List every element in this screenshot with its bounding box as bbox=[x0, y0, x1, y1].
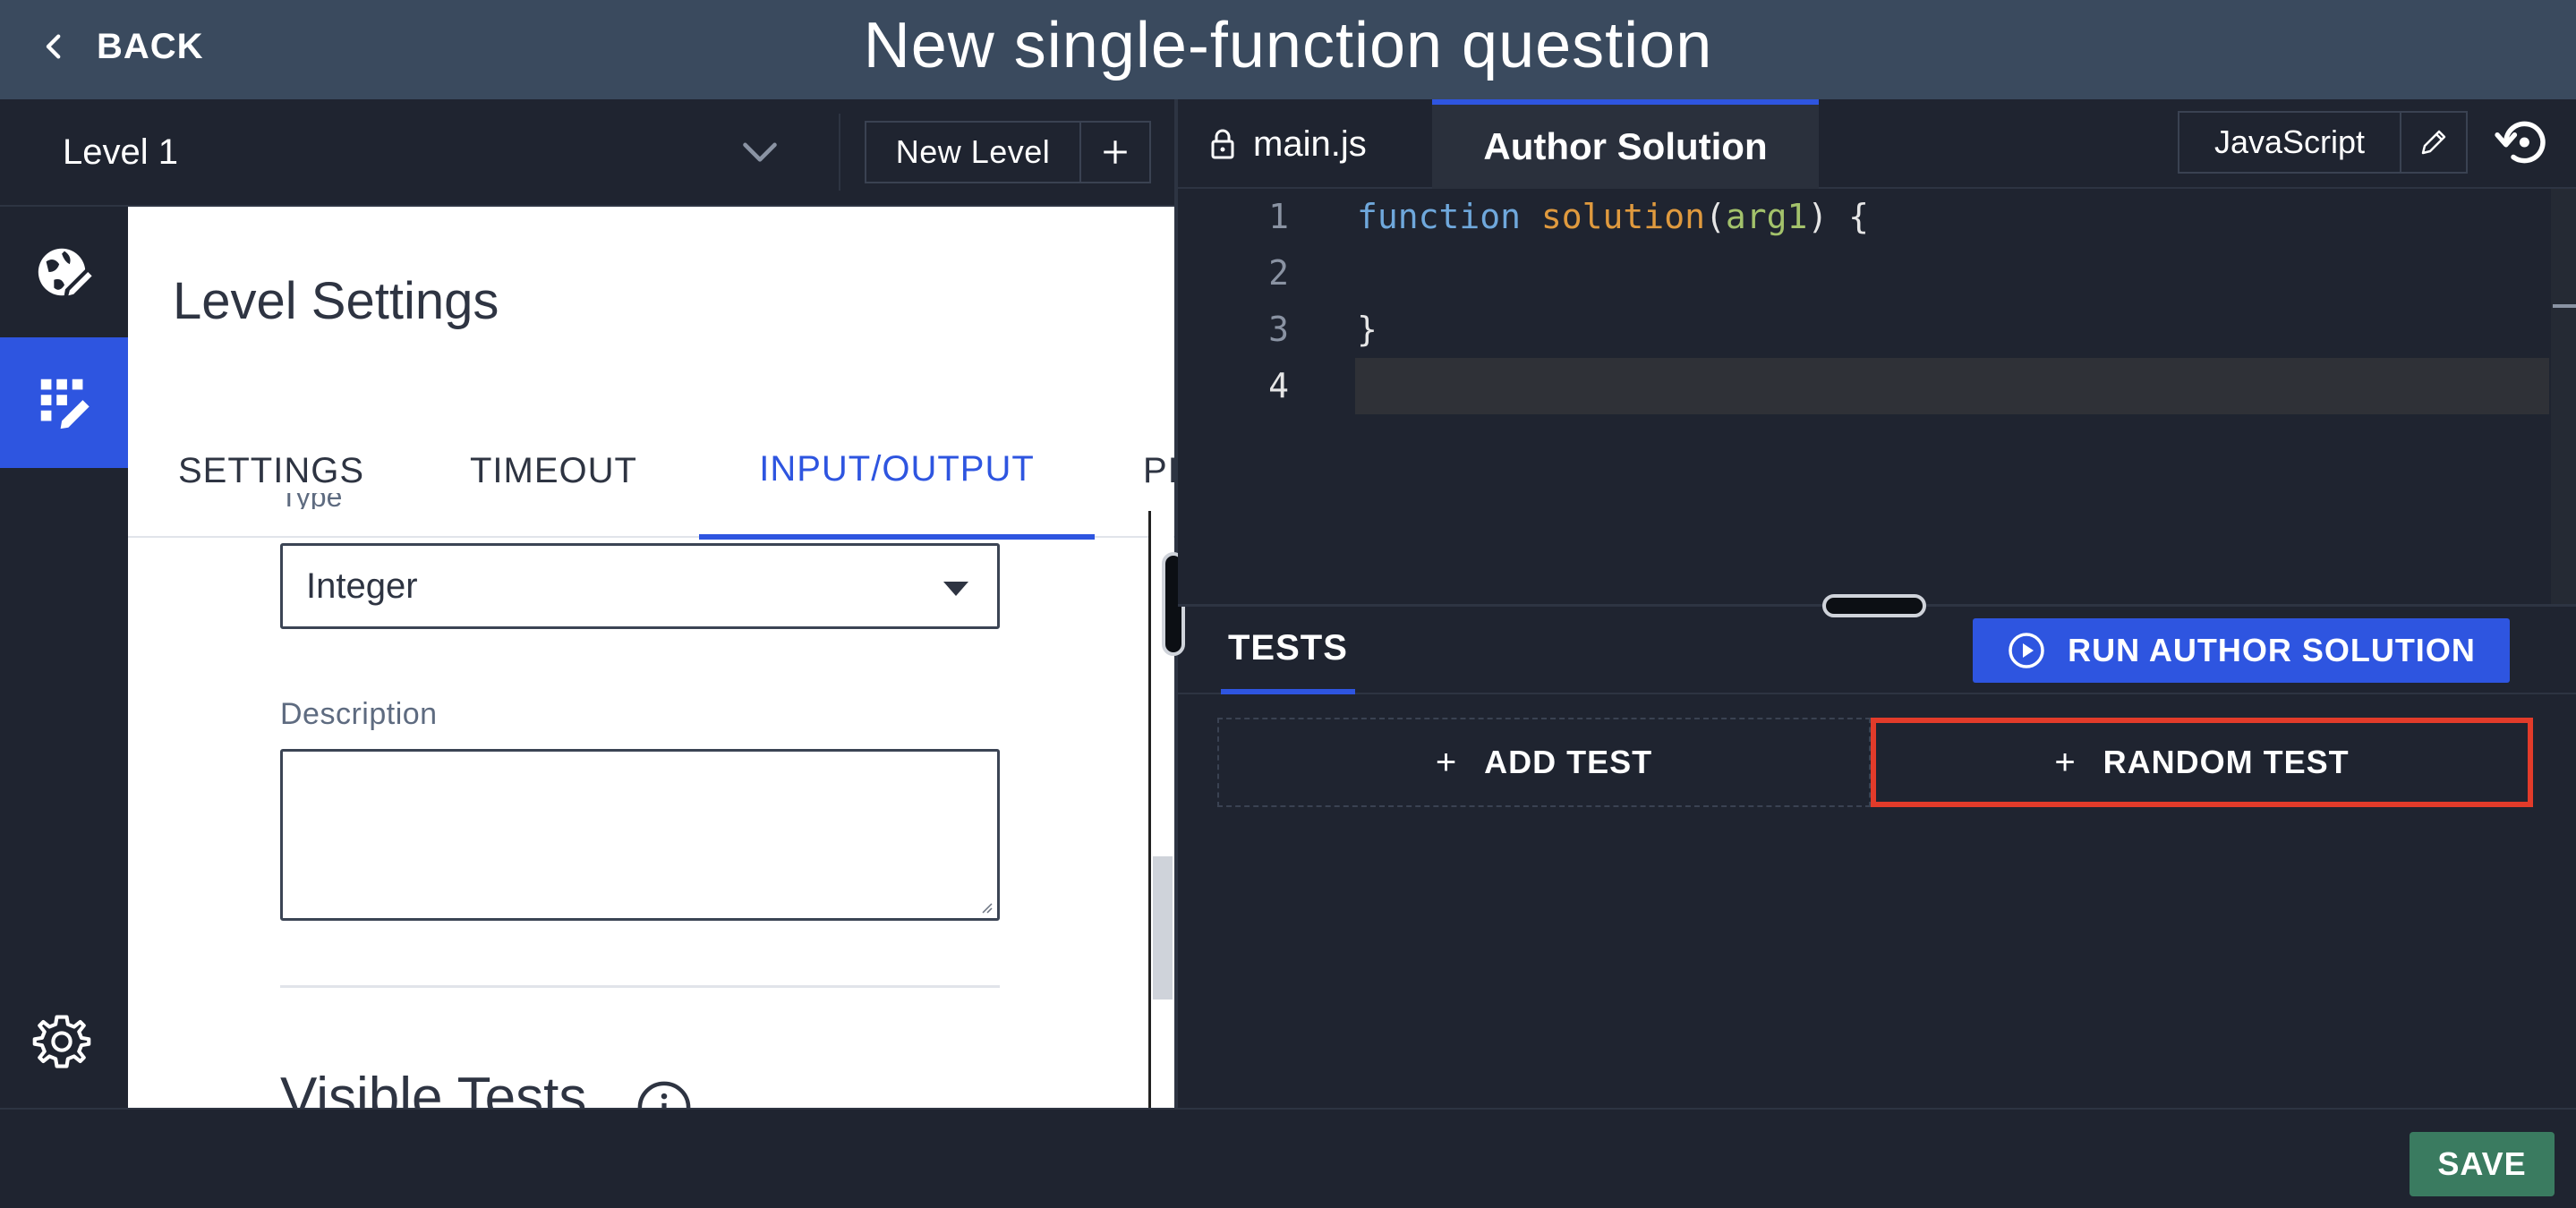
line-number: 1 bbox=[1268, 197, 1289, 236]
plus-icon: + bbox=[2054, 742, 2077, 782]
grid-edit-icon bbox=[40, 379, 90, 430]
run-author-solution-button[interactable]: RUN AUTHOR SOLUTION bbox=[1973, 618, 2510, 683]
code-argument: arg1 bbox=[1725, 197, 1808, 236]
lock-icon bbox=[1211, 129, 1234, 159]
editor-scrollbar[interactable] bbox=[2551, 189, 2576, 606]
play-circle-icon bbox=[2009, 633, 2044, 668]
add-test-label: ADD TEST bbox=[1484, 744, 1653, 780]
editor-scrollbar-marker bbox=[2553, 304, 2576, 308]
code-editor[interactable]: 1 2 3 4 function solution(arg1) { } bbox=[1178, 189, 2576, 606]
pencil-icon bbox=[2421, 130, 2446, 155]
top-header: BACK New single-function question bbox=[0, 0, 2576, 99]
section-divider bbox=[280, 985, 1000, 988]
save-button[interactable]: SAVE bbox=[2410, 1132, 2555, 1196]
code-line[interactable]: function solution(arg1) { bbox=[1357, 189, 1869, 245]
tab-input-output[interactable]: INPUT/OUTPUT bbox=[699, 404, 1095, 540]
add-level-button[interactable] bbox=[1081, 121, 1151, 183]
rail-item-question[interactable] bbox=[0, 207, 128, 337]
footer-bar bbox=[0, 1108, 2576, 1208]
level-dropdown[interactable]: Level 1 bbox=[0, 99, 837, 205]
reset-history-icon[interactable] bbox=[2494, 113, 2553, 172]
random-test-button[interactable]: + RANDOM TEST bbox=[1871, 718, 2533, 807]
gear-icon[interactable] bbox=[32, 1012, 91, 1071]
level-settings-panel: Level Settings SETTINGS TIMEOUT INPUT/OU… bbox=[128, 207, 1174, 1108]
description-label: Description bbox=[280, 697, 438, 731]
resize-handle-icon[interactable] bbox=[979, 900, 994, 915]
tab-main-js-label: main.js bbox=[1253, 123, 1367, 164]
chevron-down-icon bbox=[743, 142, 777, 162]
code-function-name: solution bbox=[1540, 197, 1705, 236]
info-icon[interactable] bbox=[636, 1080, 692, 1108]
level-bar-divider bbox=[839, 114, 840, 191]
tab-author-solution[interactable]: Author Solution bbox=[1432, 99, 1819, 189]
visible-tests-heading: Visible Tests bbox=[280, 1067, 587, 1108]
type-select-value: Integer bbox=[306, 566, 418, 606]
language-button[interactable]: JavaScript bbox=[2178, 111, 2401, 174]
left-rail bbox=[0, 207, 128, 1108]
tab-tests[interactable]: TESTS bbox=[1221, 607, 1355, 694]
page-title: New single-function question bbox=[863, 10, 1713, 81]
panel-scrollbar-thumb[interactable] bbox=[1153, 856, 1173, 1000]
level-dropdown-value: Level 1 bbox=[63, 132, 178, 172]
code-closing-brace: } bbox=[1357, 310, 1378, 349]
tab-main-js[interactable]: main.js bbox=[1210, 99, 1367, 189]
add-test-button[interactable]: + ADD TEST bbox=[1217, 718, 1871, 807]
line-number: 3 bbox=[1268, 310, 1289, 349]
caret-down-icon bbox=[943, 582, 968, 596]
settings-tabs: SETTINGS TIMEOUT INPUT/OUTPUT PI bbox=[128, 404, 1174, 540]
panel-title: Level Settings bbox=[173, 272, 499, 330]
code-keyword: function bbox=[1357, 197, 1522, 236]
rail-item-levels[interactable] bbox=[0, 337, 128, 468]
globe-edit-icon bbox=[38, 248, 96, 301]
plus-icon bbox=[1104, 140, 1127, 164]
edit-language-button[interactable] bbox=[2401, 111, 2468, 174]
type-label: Type bbox=[280, 493, 343, 509]
description-textarea[interactable] bbox=[280, 749, 1000, 921]
random-test-label: RANDOM TEST bbox=[2103, 744, 2350, 780]
plus-icon: + bbox=[1435, 742, 1458, 782]
code-close-paren-brace: ) { bbox=[1807, 197, 1869, 236]
code-line-current[interactable] bbox=[1355, 358, 2549, 414]
code-line[interactable]: } bbox=[1357, 302, 1378, 358]
type-select[interactable]: Integer bbox=[280, 543, 1000, 629]
run-author-solution-label: RUN AUTHOR SOLUTION bbox=[2068, 632, 2476, 668]
tab-settings[interactable]: SETTINGS bbox=[178, 404, 364, 538]
code-open-paren: ( bbox=[1704, 197, 1726, 236]
line-number: 2 bbox=[1268, 253, 1289, 293]
level-bar: Level 1 New Level bbox=[0, 99, 1174, 207]
line-number: 4 bbox=[1268, 366, 1289, 405]
new-level-button[interactable]: New Level bbox=[865, 121, 1081, 183]
tab-timeout[interactable]: TIMEOUT bbox=[470, 404, 637, 538]
